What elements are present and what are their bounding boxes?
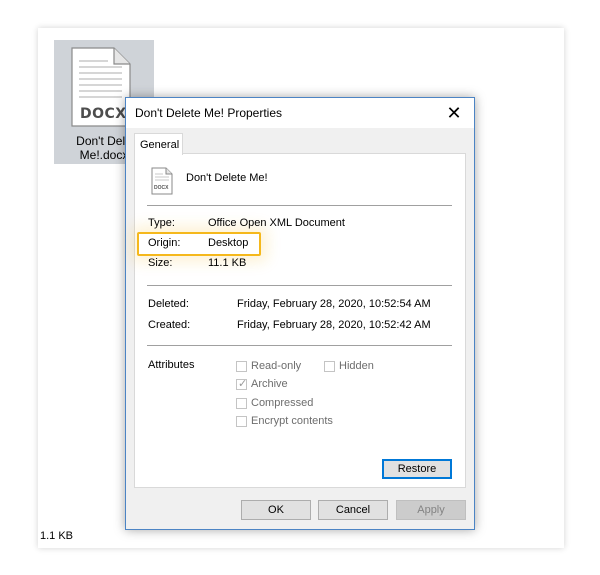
created-label: Created: (148, 319, 191, 331)
encrypt-contents-label: Encrypt contents (251, 415, 333, 427)
deleted-label: Deleted: (148, 298, 189, 310)
read-only-checkbox[interactable] (236, 361, 247, 372)
attributes-label: Attributes (148, 359, 195, 371)
archive-checkbox[interactable]: ✓ (236, 378, 248, 390)
type-value: Office Open XML Document (208, 217, 345, 229)
checkmark-icon: ✓ (238, 378, 248, 390)
size-label: Size: (148, 257, 173, 269)
archive-label: Archive (251, 378, 288, 390)
divider (147, 345, 452, 346)
deleted-value: Friday, February 28, 2020, 10:52:54 AM (237, 298, 431, 310)
small-file-type-label: DOCX (154, 185, 169, 191)
origin-value: Desktop (208, 237, 249, 249)
dialog-titlebar[interactable]: Don't Delete Me! Properties ✕ (126, 98, 474, 128)
read-only-label: Read-only (251, 360, 302, 372)
general-panel: DOCX Don't Delete Me! Type: Office Open … (134, 153, 466, 488)
divider (147, 205, 452, 206)
tab-general[interactable]: General (134, 133, 183, 155)
ok-button[interactable]: OK (241, 500, 311, 520)
file-type-label: DOCX (80, 106, 127, 122)
close-icon: ✕ (446, 102, 462, 123)
type-label: Type: (148, 217, 175, 229)
origin-label: Origin: (148, 237, 181, 249)
properties-dialog: Don't Delete Me! Properties ✕ General DO… (125, 97, 475, 530)
created-value: Friday, February 28, 2020, 10:52:42 AM (237, 319, 431, 331)
compressed-label: Compressed (251, 397, 314, 409)
restore-button[interactable]: Restore (382, 459, 452, 479)
cancel-button[interactable]: Cancel (318, 500, 388, 520)
compressed-checkbox[interactable] (236, 398, 247, 409)
hidden-checkbox[interactable] (324, 361, 335, 372)
size-value: 11.1 KB (208, 257, 247, 269)
tab-general-label: General (140, 139, 180, 151)
status-size: 1.1 KB (40, 530, 74, 542)
dialog-title: Don't Delete Me! Properties (135, 106, 283, 120)
hidden-label: Hidden (339, 360, 374, 372)
encrypt-contents-checkbox[interactable] (236, 416, 247, 427)
close-button[interactable]: ✕ (434, 98, 474, 128)
apply-button[interactable]: Apply (396, 500, 466, 520)
divider (147, 285, 452, 286)
file-name: Don't Delete Me! (186, 172, 268, 184)
